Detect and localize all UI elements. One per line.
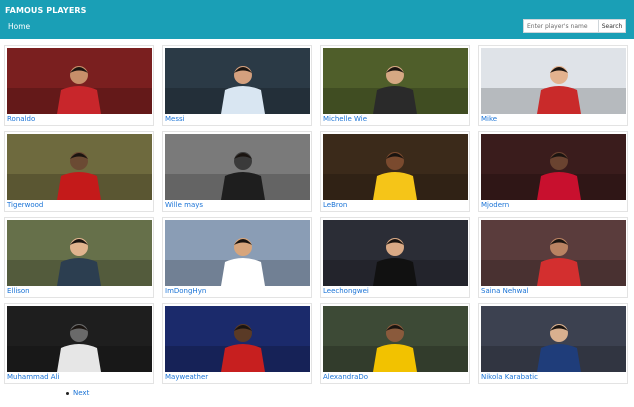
player-photo[interactable] xyxy=(7,220,152,286)
player-photo[interactable] xyxy=(481,48,626,114)
player-card[interactable]: Tigerwood xyxy=(4,131,154,212)
player-photo[interactable] xyxy=(7,48,152,114)
player-card[interactable]: Muhammad Ali xyxy=(4,303,154,384)
player-card[interactable]: Messi xyxy=(162,45,312,126)
player-card[interactable]: Ellison xyxy=(4,217,154,298)
player-photo[interactable] xyxy=(165,306,310,372)
player-name-link[interactable]: Muhammad Ali xyxy=(7,373,59,381)
player-card[interactable]: Mike xyxy=(478,45,628,126)
player-name-link[interactable]: LeBron xyxy=(323,201,347,209)
player-photo[interactable] xyxy=(323,134,468,200)
player-card[interactable]: Ronaldo xyxy=(4,45,154,126)
player-name-link[interactable]: Nikola Karabatic xyxy=(481,373,538,381)
site-brand[interactable]: FAMOUS PLAYERS xyxy=(5,6,87,15)
player-card[interactable]: Mayweather xyxy=(162,303,312,384)
player-card[interactable]: Nikola Karabatic xyxy=(478,303,628,384)
player-name-link[interactable]: ImDongHyn xyxy=(165,287,206,295)
nav-home-link[interactable]: Home xyxy=(8,22,30,31)
player-photo[interactable] xyxy=(481,220,626,286)
player-card[interactable]: Wille mays xyxy=(162,131,312,212)
search-button[interactable]: Search xyxy=(599,19,626,33)
player-photo[interactable] xyxy=(7,306,152,372)
bullet-icon xyxy=(66,391,69,395)
player-card[interactable]: Michelle Wie xyxy=(320,45,470,126)
player-name-link[interactable]: Tigerwood xyxy=(7,201,43,209)
player-card[interactable]: Saina Nehwal xyxy=(478,217,628,298)
player-photo[interactable] xyxy=(7,134,152,200)
player-photo[interactable] xyxy=(323,220,468,286)
player-name-link[interactable]: Ellison xyxy=(7,287,30,295)
player-card[interactable]: LeBron xyxy=(320,131,470,212)
player-photo[interactable] xyxy=(481,306,626,372)
player-name-link[interactable]: Wille mays xyxy=(165,201,203,209)
player-card[interactable]: AlexandraDo xyxy=(320,303,470,384)
player-name-link[interactable]: Mjodern xyxy=(481,201,509,209)
player-name-link[interactable]: Messi xyxy=(165,115,185,123)
player-name-link[interactable]: Saina Nehwal xyxy=(481,287,529,295)
player-name-link[interactable]: Leechongwei xyxy=(323,287,369,295)
player-name-link[interactable]: Michelle Wie xyxy=(323,115,367,123)
player-photo[interactable] xyxy=(323,48,468,114)
player-name-link[interactable]: AlexandraDo xyxy=(323,373,368,381)
pagination: Next xyxy=(66,389,89,397)
player-name-link[interactable]: Mike xyxy=(481,115,497,123)
player-card[interactable]: Mjodern xyxy=(478,131,628,212)
player-card[interactable]: ImDongHyn xyxy=(162,217,312,298)
player-photo[interactable] xyxy=(165,220,310,286)
player-photo[interactable] xyxy=(323,306,468,372)
player-name-link[interactable]: Mayweather xyxy=(165,373,208,381)
player-photo[interactable] xyxy=(165,48,310,114)
player-photo[interactable] xyxy=(481,134,626,200)
player-card[interactable]: Leechongwei xyxy=(320,217,470,298)
top-navbar: FAMOUS PLAYERS Home Search xyxy=(0,0,634,39)
player-name-link[interactable]: Ronaldo xyxy=(7,115,35,123)
next-page-link[interactable]: Next xyxy=(73,389,89,397)
player-search-input[interactable] xyxy=(523,19,599,33)
player-photo[interactable] xyxy=(165,134,310,200)
